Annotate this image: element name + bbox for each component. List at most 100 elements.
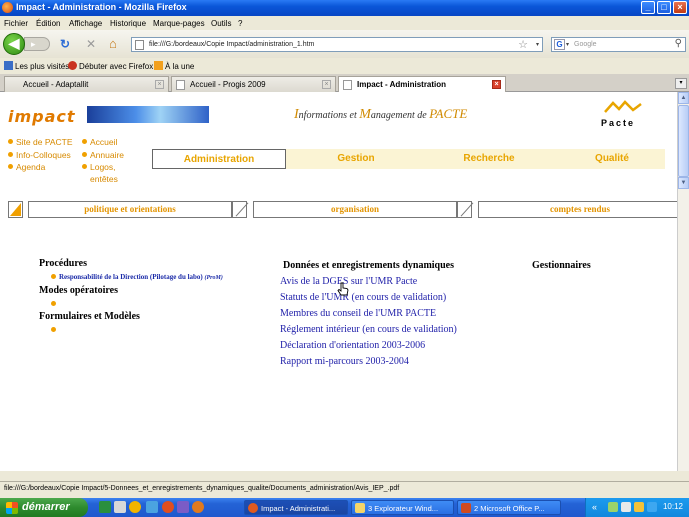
search-bar[interactable]: G ▾ Google ⚲ [551,37,686,52]
corner-triangle-icon [8,201,23,218]
vertical-scrollbar[interactable]: ▲ ▼ [677,92,689,471]
url-text: file:///G:/bordeaux/Copie Impact/adminis… [149,41,315,48]
heading-gestionnaires: Gestionnaires [532,260,591,271]
home-icon[interactable]: ⌂ [109,37,117,50]
nav-recherche[interactable]: Recherche [426,149,552,169]
bullet-icon [51,274,56,279]
menu-tools[interactable]: Outils [211,19,231,28]
doc-link-membres-conseil[interactable]: Membres du conseil de l'UMR PACTE [280,308,436,319]
search-icon[interactable]: ⚲ [675,38,682,49]
minimize-button[interactable]: _ [641,1,655,14]
tab-close-icon[interactable]: × [322,80,331,89]
firefox-quicklaunch-icon[interactable] [162,501,174,513]
task-firefox[interactable]: Impact - Administrati... [244,500,348,515]
link-responsabilite-direction[interactable]: Responsabilité de la Direction (Pilotage… [59,273,223,281]
tagline-management: anagement de [370,110,430,121]
tab-list-dropdown-icon[interactable]: ▾ [675,78,687,89]
bullet-icon [8,139,13,144]
tab-adaptallit[interactable]: Accueil - Adaptallit × [4,76,169,92]
bookmark-star-icon[interactable]: ☆ [518,38,528,51]
heading-donnees-enregistrements: Données et enregistrements dynamiques [283,260,455,271]
quicklaunch-icon[interactable] [114,501,126,513]
bullet-icon [82,152,87,157]
link-logos[interactable]: Logos, [82,162,116,172]
menu-bookmarks[interactable]: Marque-pages [153,19,205,28]
doc-link-declaration[interactable]: Déclaration d'orientation 2003-2006 [280,340,425,351]
tab-close-icon[interactable]: × [492,80,501,89]
bullet-icon [8,164,13,169]
status-bar: file:///G:/bordeaux/Copie Impact/5-Donne… [0,481,689,498]
task-office[interactable]: 2 Microsoft Office P... [457,500,561,515]
subnav-politique[interactable]: politique et orientations [28,201,232,218]
corner-slash-icon [232,201,247,218]
scroll-up-icon[interactable]: ▲ [678,92,689,104]
quicklaunch-icon[interactable] [177,501,189,513]
quicklaunch-icon[interactable] [129,501,141,513]
back-arrow-icon: ◀ [8,35,20,51]
menu-history[interactable]: Historique [110,19,146,28]
tab-progis[interactable]: Accueil - Progis 2009 × [171,76,336,92]
tab-strip: Accueil - Adaptallit × Accueil - Progis … [0,74,689,93]
bullet-icon [51,301,56,306]
menu-edit[interactable]: Édition [36,19,60,28]
bookmarks-toolbar: Les plus visités Débuter avec Firefox À … [0,58,689,74]
doc-link-reglement[interactable]: Réglement intérieur (en cours de validat… [280,324,457,335]
nav-gestion[interactable]: Gestion [286,149,426,169]
quicklaunch-icon[interactable] [192,501,204,513]
forward-button[interactable]: ▸ [24,37,50,51]
bullet-icon [82,139,87,144]
bookmark-headlines[interactable]: À la une [154,61,194,71]
status-text: file:///G:/bordeaux/Copie Impact/5-Donne… [4,485,400,492]
back-button[interactable]: ◀ [3,33,25,55]
start-button[interactable]: démarrer [0,498,88,517]
tab-label: Impact - Administration [357,80,447,89]
engine-dropdown-icon[interactable]: ▾ [566,41,569,48]
firefox-icon [248,503,258,513]
stop-icon[interactable]: ✕ [86,38,96,50]
close-window-button[interactable]: × [673,1,687,14]
maximize-button[interactable]: □ [657,1,671,14]
link-site-pacte[interactable]: Site de PACTE [8,137,73,147]
tray-icon[interactable] [634,502,644,512]
tab-label: Accueil - Adaptallit [23,80,89,89]
menu-bar: Fichier Édition Affichage Historique Mar… [0,16,689,30]
tray-expand-icon[interactable]: « [592,502,602,512]
page-content: impact Informations et Management de PAC… [0,92,677,471]
link-agenda[interactable]: Agenda [8,162,45,172]
reload-icon[interactable]: ↻ [60,38,70,50]
corner-slash-icon [457,201,472,218]
bookmark-most-visited[interactable]: Les plus visités [4,61,69,71]
pacte-logo: Pacte [598,100,648,130]
nav-qualite[interactable]: Qualité [552,149,672,169]
tab-close-icon[interactable]: × [155,80,164,89]
tray-icon[interactable] [608,502,618,512]
google-engine-icon[interactable]: G [554,39,565,50]
menu-file[interactable]: Fichier [4,19,28,28]
tray-icon[interactable] [647,502,657,512]
menu-view[interactable]: Affichage [69,19,102,28]
doc-link-statuts[interactable]: Statuts de l'UMR (en cours de validation… [280,292,446,303]
subnav-comptes-rendus[interactable]: comptes rendus [478,201,677,218]
window-titlebar: Impact - Administration - Mozilla Firefo… [0,0,689,16]
link-entetes[interactable]: entêtes [90,174,118,184]
url-bar[interactable]: file:///G:/bordeaux/Copie Impact/adminis… [131,37,543,52]
scroll-down-icon[interactable]: ▼ [678,177,689,189]
search-placeholder: Google [574,41,597,48]
quicklaunch-icon[interactable] [146,501,158,513]
tray-icon[interactable] [621,502,631,512]
heading-modes-operatoires: Modes opératoires [39,285,118,296]
link-annuaire[interactable]: Annuaire [82,150,124,160]
subnav-organisation[interactable]: organisation [253,201,457,218]
link-label: Logos, [90,162,116,172]
doc-link-rapport[interactable]: Rapport mi-parcours 2003-2004 [280,356,409,367]
bookmark-getting-started[interactable]: Débuter avec Firefox [68,61,153,71]
nav-administration[interactable]: Administration [152,149,286,169]
task-explorer[interactable]: 3 Explorateur Wind... [351,500,454,515]
link-accueil[interactable]: Accueil [82,137,117,147]
quicklaunch-icon[interactable] [99,501,111,513]
link-info-colloques[interactable]: Info-Colloques [8,150,71,160]
scroll-thumb[interactable] [678,105,689,177]
menu-help[interactable]: ? [238,19,242,28]
url-dropdown-icon[interactable]: ▾ [536,41,539,48]
tab-impact-administration[interactable]: Impact - Administration × [338,76,506,93]
